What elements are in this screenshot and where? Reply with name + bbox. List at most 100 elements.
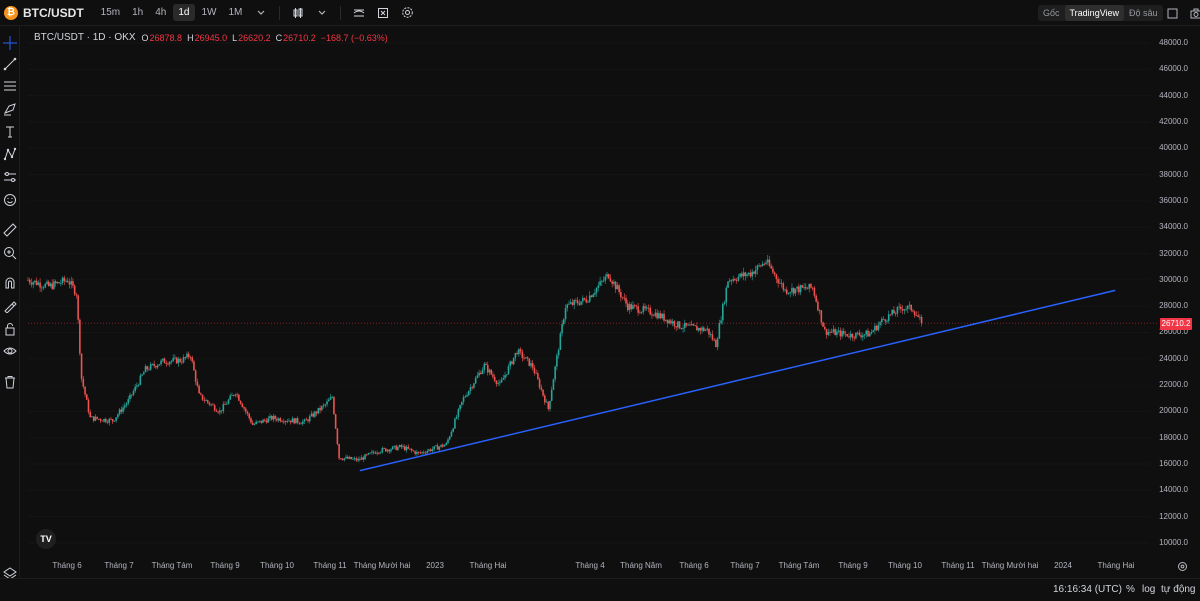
candle-body	[158, 364, 161, 366]
candle-body	[457, 409, 460, 417]
trend-line[interactable]	[359, 289, 1116, 472]
candle-body	[699, 327, 702, 331]
candle-body	[920, 316, 923, 324]
bottom-bar: 16:16:34 (UTC) % log tự động	[0, 578, 1200, 601]
candle-body	[874, 325, 876, 331]
candle-body	[789, 292, 792, 293]
candle-body	[234, 394, 237, 396]
candle-body	[903, 309, 906, 311]
candle-body	[519, 349, 522, 352]
candle-body	[194, 370, 197, 382]
candle-body	[632, 305, 634, 310]
candle-body	[680, 328, 683, 330]
candle-body	[689, 324, 691, 326]
candle-body	[222, 404, 225, 412]
candle-body	[851, 333, 854, 338]
candle-body	[66, 280, 69, 283]
candle-body	[728, 280, 731, 282]
auto-scale-toggle[interactable]: tự động	[1161, 584, 1196, 595]
candle-body	[350, 456, 353, 460]
candle-body	[51, 283, 53, 289]
candle-body	[908, 304, 911, 306]
candle-body	[384, 448, 387, 452]
candle-body	[473, 383, 475, 388]
candle-body	[253, 424, 256, 425]
candle-body	[751, 271, 753, 277]
candle-body	[99, 419, 102, 421]
candle-body	[182, 357, 185, 363]
candle-body	[652, 315, 655, 317]
candle-body	[91, 416, 93, 418]
candle-body	[749, 272, 752, 277]
candle-body	[331, 397, 333, 398]
candle-body	[760, 265, 762, 267]
candle-body	[480, 372, 482, 375]
candle-body	[900, 306, 902, 309]
candle-body	[913, 311, 916, 316]
candle-body	[60, 282, 62, 284]
open-label: O	[141, 32, 149, 43]
candle-body	[825, 329, 828, 335]
log-scale-toggle[interactable]: log	[1142, 584, 1155, 595]
price-tick: 48000.0	[1159, 38, 1188, 47]
candle-body	[547, 401, 550, 409]
price-tick: 16000.0	[1159, 459, 1188, 469]
candle-body	[369, 452, 372, 454]
candle-body	[390, 449, 392, 452]
candle-body	[770, 265, 773, 269]
candle-body	[134, 386, 136, 392]
candle-body	[905, 308, 907, 310]
candle-body	[310, 413, 313, 417]
candle-body	[386, 449, 389, 452]
time-tick: Tháng 11	[313, 561, 347, 570]
candle-body	[875, 325, 878, 331]
candle-body	[737, 276, 740, 281]
percent-scale-toggle[interactable]: %	[1126, 584, 1135, 595]
candle-body	[858, 332, 861, 336]
time-axis-settings-icon[interactable]	[1172, 556, 1192, 576]
candle-body	[512, 357, 515, 365]
price-tick: 38000.0	[1159, 169, 1188, 179]
candle-body	[917, 315, 919, 318]
candle-body	[53, 281, 55, 289]
candle-body	[412, 450, 415, 452]
candle-body	[360, 457, 363, 460]
candle-body	[753, 271, 755, 274]
candle-body	[725, 287, 728, 303]
candle-body	[801, 285, 804, 288]
candle-body	[177, 358, 180, 364]
price-chart[interactable]	[0, 0, 1200, 601]
candle-body	[630, 304, 633, 310]
candle-body	[381, 448, 384, 453]
candle-body	[388, 449, 391, 452]
candle-body	[668, 320, 671, 324]
candle-body	[257, 421, 259, 423]
candle-body	[817, 301, 819, 311]
candle-body	[263, 419, 266, 421]
candle-body	[744, 272, 747, 276]
candle-body	[820, 310, 823, 323]
price-tick: 24000.0	[1159, 353, 1188, 363]
candle-body	[80, 353, 83, 379]
candle-body	[616, 285, 619, 290]
candle-body	[215, 410, 218, 412]
candle-body	[727, 281, 729, 288]
price-tick: 20000.0	[1159, 406, 1188, 416]
candle-body	[580, 301, 582, 305]
candle-body	[98, 418, 100, 420]
time-tick: Tháng Tám	[151, 561, 193, 570]
utc-clock[interactable]: 16:16:34 (UTC)	[1053, 584, 1122, 595]
candle-body	[697, 327, 700, 331]
candle-body	[682, 328, 684, 329]
candle-body	[414, 451, 416, 454]
candle-body	[898, 306, 900, 308]
candle-body	[92, 416, 95, 421]
candle-body	[270, 415, 273, 420]
candle-body	[768, 259, 771, 266]
time-tick: Tháng Năm	[620, 561, 662, 570]
candle-body	[170, 360, 173, 363]
candle-body	[333, 397, 335, 415]
candle-body	[262, 419, 264, 423]
candle-body	[467, 390, 470, 396]
price-tick: 46000.0	[1159, 64, 1188, 74]
